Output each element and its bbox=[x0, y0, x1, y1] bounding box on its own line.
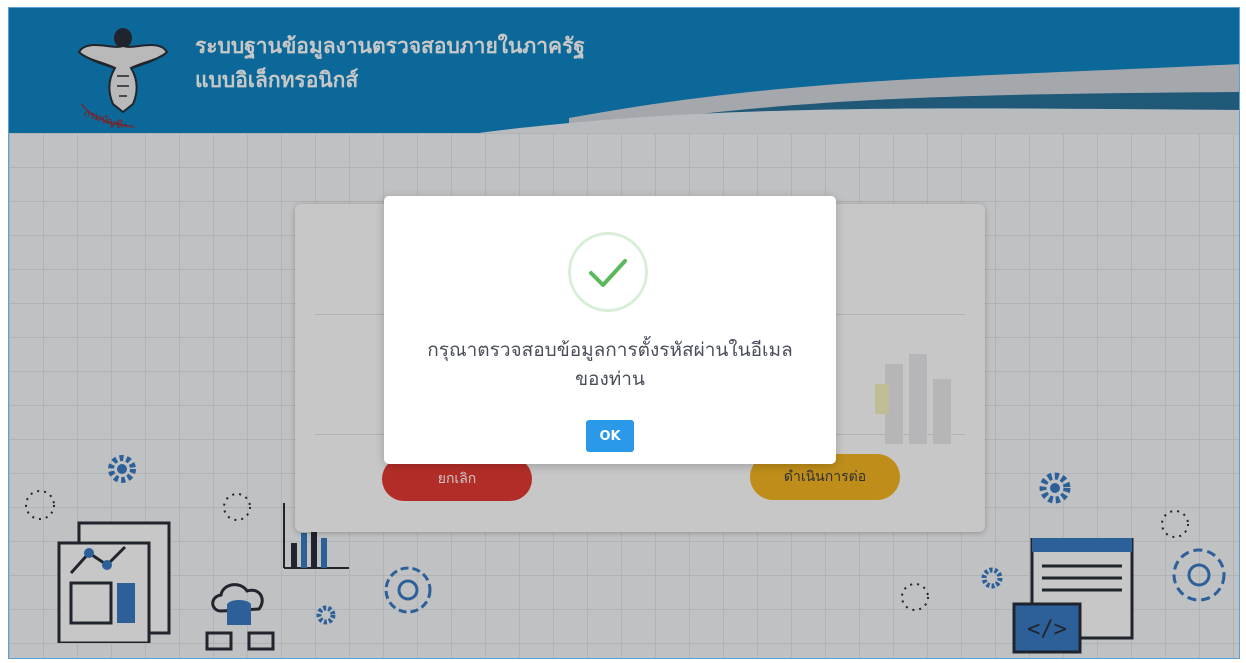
dialog-message-line1: กรุณาตรวจสอบข้อมูลการตั้งรหัสผ่านในอีเมล bbox=[427, 339, 793, 361]
ok-button[interactable]: OK bbox=[586, 420, 634, 452]
success-check-icon bbox=[568, 232, 648, 312]
dialog-message: กรุณาตรวจสอบข้อมูลการตั้งรหัสผ่านในอีเมล… bbox=[384, 336, 836, 394]
dialog-message-line2: ของท่าน bbox=[575, 368, 645, 390]
success-dialog: กรุณาตรวจสอบข้อมูลการตั้งรหัสผ่านในอีเมล… bbox=[384, 196, 836, 464]
app-window: กรมบัญชีกลาง ระบบฐานข้อมูลงานตรวจสอบภายใ… bbox=[8, 7, 1240, 659]
